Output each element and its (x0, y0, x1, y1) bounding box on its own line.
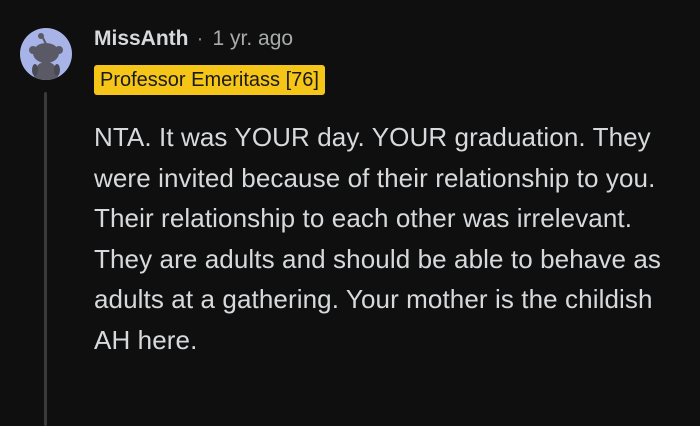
comment: MissAnth · 1 yr. ago Professor Emeritass… (0, 0, 700, 426)
comment-meta: MissAnth · 1 yr. ago (94, 23, 293, 55)
thread-collapse-line[interactable] (44, 92, 47, 426)
comment-timestamp[interactable]: 1 yr. ago (213, 27, 294, 51)
user-avatar[interactable] (20, 28, 72, 80)
reddit-snoo-avatar-icon (29, 33, 63, 80)
meta-separator: · (196, 27, 204, 50)
user-flair: Professor Emeritass [76] (94, 65, 325, 95)
comment-body: NTA. It was YOUR day. YOUR graduation. T… (94, 122, 661, 355)
comment-author[interactable]: MissAnth (94, 27, 189, 51)
